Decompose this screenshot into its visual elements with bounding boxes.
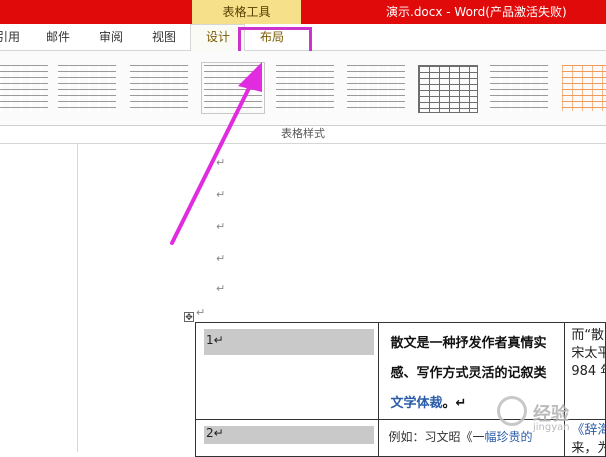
annotation-arrow-icon [170, 62, 262, 245]
